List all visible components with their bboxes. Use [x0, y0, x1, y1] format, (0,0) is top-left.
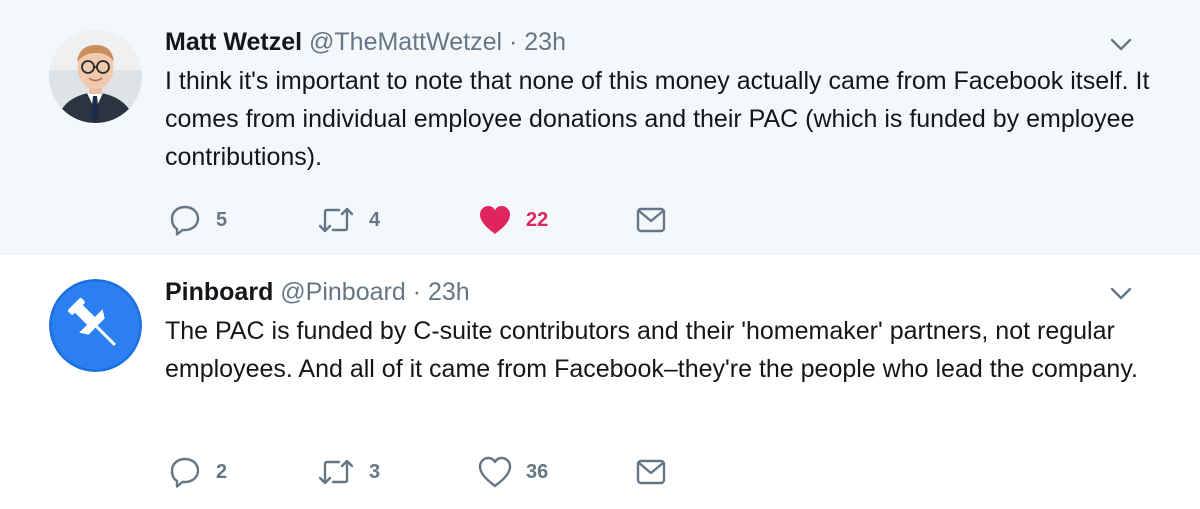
retweet-button[interactable]: 4: [317, 200, 380, 240]
retweet-count: 3: [369, 460, 381, 483]
direct-message-icon: [636, 207, 666, 233]
reply-icon: [168, 455, 202, 489]
heart-icon: [478, 456, 512, 488]
reply-icon: [168, 203, 202, 237]
user-handle[interactable]: @Pinboard: [280, 278, 405, 306]
tweet-actions: 5 4 22: [0, 200, 1200, 240]
like-button[interactable]: 36: [478, 452, 548, 492]
timestamp[interactable]: 23h: [428, 278, 470, 306]
separator-dot: ·: [509, 28, 518, 56]
reply-button[interactable]: 5: [168, 200, 227, 240]
tweet-text: The PAC is funded by C-suite contributor…: [165, 317, 1138, 383]
like-button[interactable]: 22: [478, 200, 548, 240]
tweet-matt-wetzel[interactable]: Matt Wetzel @TheMattWetzel · 23h I think…: [0, 0, 1200, 253]
reply-count: 5: [216, 208, 228, 231]
tweet-text: I think it's important to note that none…: [165, 67, 1150, 171]
reply-count: 2: [216, 460, 228, 483]
tweet-actions: 2 3 36: [0, 452, 1200, 492]
user-handle[interactable]: @TheMattWetzel: [309, 28, 502, 56]
like-count: 36: [526, 460, 549, 483]
tweet-pinboard[interactable]: Pinboard @Pinboard · 23h The PAC is fund…: [0, 253, 1200, 509]
avatar[interactable]: [49, 30, 142, 123]
retweet-icon: [317, 205, 355, 235]
reply-button[interactable]: 2: [168, 452, 227, 492]
chevron-down-icon[interactable]: [1110, 38, 1132, 52]
display-name[interactable]: Pinboard: [165, 278, 273, 306]
direct-message-button[interactable]: [636, 200, 666, 240]
direct-message-button[interactable]: [636, 452, 666, 492]
display-name[interactable]: Matt Wetzel: [165, 28, 302, 56]
tweet-header: Pinboard @Pinboard · 23h: [165, 278, 470, 307]
retweet-icon: [317, 457, 355, 487]
retweet-button[interactable]: 3: [317, 452, 380, 492]
chevron-down-icon[interactable]: [1110, 287, 1132, 301]
timestamp[interactable]: 23h: [524, 28, 566, 56]
separator-dot: ·: [412, 278, 422, 306]
like-count: 22: [526, 208, 549, 231]
tweet-header: Matt Wetzel @TheMattWetzel · 23h: [165, 28, 566, 57]
heart-icon: [478, 204, 512, 236]
avatar[interactable]: [49, 279, 142, 372]
direct-message-icon: [636, 459, 666, 485]
retweet-count: 4: [369, 208, 381, 231]
